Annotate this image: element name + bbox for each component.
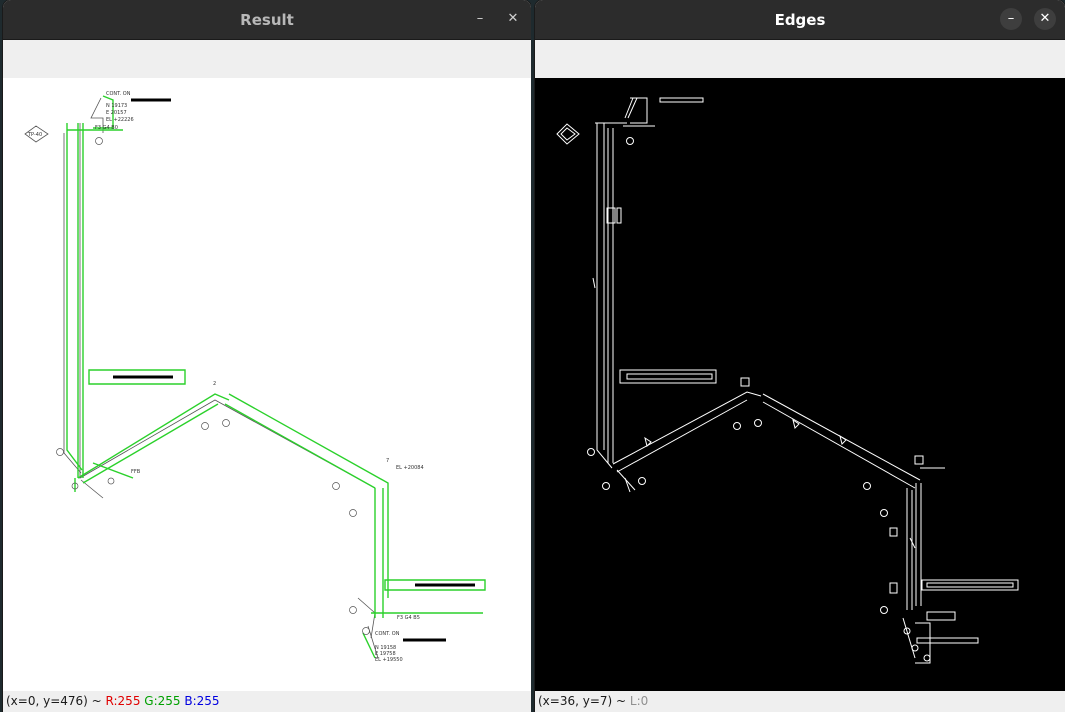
- edges-titlebar[interactable]: Edges – ✕: [535, 0, 1065, 40]
- edges-window-title: Edges: [774, 11, 826, 29]
- edge-lines: [556, 97, 1019, 664]
- result-window-title: Result: [240, 11, 294, 29]
- result-minimize-button[interactable]: –: [469, 8, 491, 30]
- result-titlebar[interactable]: Result – ✕: [3, 0, 531, 40]
- result-close-button[interactable]: ✕: [502, 8, 524, 30]
- label-two: 2: [213, 381, 216, 387]
- result-status-coords: (x=0, y=476) ~: [6, 694, 106, 708]
- result-drawing: CONT. ON N 19173 E 20157 EL +22226 TP-40…: [24, 91, 486, 663]
- label-f3a: F3 G4 B0: [95, 125, 118, 131]
- result-statusbar: (x=0, y=476) ~ R:255 G:255 B:255: [3, 691, 531, 712]
- edges-window: Edges – ✕ (x=36, y=7) ~ L:0: [535, 0, 1065, 712]
- edges-toolbar: [535, 40, 1065, 78]
- edges-image-canvas[interactable]: [535, 78, 1065, 691]
- edges-minimize-button[interactable]: –: [1000, 8, 1022, 30]
- edges-close-button[interactable]: ✕: [1034, 8, 1056, 30]
- label-el2b: EL +19550: [375, 657, 403, 663]
- label-el1: EL +22226: [106, 117, 134, 123]
- edges-status-coords: (x=36, y=7) ~: [538, 694, 630, 708]
- label-ffb: FFB: [131, 469, 141, 475]
- label-cont-on: CONT. ON: [106, 91, 131, 97]
- edges-drawing: [556, 97, 1019, 664]
- edges-status-l: L:0: [629, 694, 649, 708]
- edge-callout-circles: [587, 137, 931, 662]
- drawing-text-labels: CONT. ON N 19173 E 20157 EL +22226 TP-40…: [27, 91, 424, 663]
- label-f3b: F3 G4 B5: [397, 615, 420, 621]
- result-status-r: R:255: [105, 694, 141, 708]
- result-status-g: G:255: [144, 694, 181, 708]
- result-image-canvas[interactable]: CONT. ON N 19173 E 20157 EL +22226 TP-40…: [3, 78, 531, 691]
- label-el2: EL +20084: [396, 465, 424, 471]
- result-window: Result – ✕ CONT. ON N 19173 E 20157 EL +…: [3, 0, 531, 712]
- label-e1: E 20157: [106, 110, 127, 116]
- result-toolbar: [3, 40, 531, 78]
- label-seven: 7: [386, 458, 389, 464]
- label-n1: N 19173: [106, 103, 127, 109]
- label-tp: TP-40: [27, 132, 42, 138]
- label-cont-on2: CONT. ON: [375, 631, 400, 637]
- result-status-b: B:255: [184, 694, 220, 708]
- edges-statusbar: (x=36, y=7) ~ L:0: [535, 691, 1065, 712]
